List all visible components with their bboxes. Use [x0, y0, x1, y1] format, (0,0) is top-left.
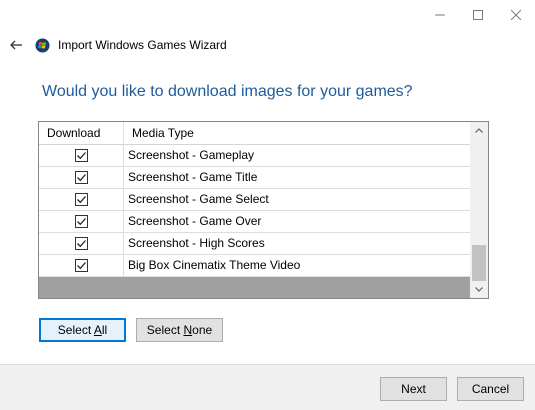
download-checkbox[interactable]	[75, 171, 88, 184]
scroll-up-button[interactable]	[470, 122, 488, 139]
back-arrow-icon	[10, 40, 22, 50]
select-none-label-suffix: one	[192, 323, 213, 337]
checkmark-icon	[77, 240, 86, 248]
cancel-button[interactable]: Cancel	[457, 377, 524, 401]
minimize-icon	[435, 14, 445, 16]
chevron-up-icon	[475, 128, 483, 133]
table-row[interactable]: Screenshot - High Scores	[39, 233, 470, 255]
select-all-label-suffix: ll	[101, 323, 108, 337]
select-none-button[interactable]: Select None	[136, 318, 223, 342]
chevron-down-icon	[475, 287, 483, 292]
download-checkbox[interactable]	[75, 259, 88, 272]
close-icon	[511, 10, 521, 20]
close-button[interactable]	[497, 0, 535, 30]
download-cell	[39, 211, 124, 232]
download-checkbox[interactable]	[75, 149, 88, 162]
table-row[interactable]: Big Box Cinematix Theme Video	[39, 255, 470, 277]
wizard-footer	[0, 364, 535, 410]
download-checkbox[interactable]	[75, 193, 88, 206]
window-caption-controls	[421, 0, 535, 30]
media-type-cell: Screenshot - Gameplay	[128, 148, 255, 162]
download-checkbox[interactable]	[75, 237, 88, 250]
checkmark-icon	[77, 218, 86, 226]
checkmark-icon	[77, 152, 86, 160]
windows-logo-icon	[35, 38, 50, 53]
download-cell	[39, 255, 124, 276]
select-none-mnemonic: N	[183, 323, 193, 337]
media-type-cell: Screenshot - Game Title	[128, 170, 258, 184]
checkmark-icon	[77, 174, 86, 182]
media-type-cell: Screenshot - Game Select	[128, 192, 269, 206]
window-title: Import Windows Games Wizard	[58, 38, 227, 52]
minimize-button[interactable]	[421, 0, 459, 30]
select-all-button[interactable]: Select All	[39, 318, 126, 342]
scroll-down-button[interactable]	[470, 281, 488, 298]
media-type-cell: Big Box Cinematix Theme Video	[128, 258, 301, 272]
download-cell	[39, 167, 124, 188]
scroll-thumb[interactable]	[472, 245, 486, 281]
column-header-media-type[interactable]: Media Type	[124, 122, 470, 144]
media-type-cell: Screenshot - Game Over	[128, 214, 262, 228]
table-row[interactable]: Screenshot - Game Over	[39, 211, 470, 233]
download-cell	[39, 145, 124, 166]
download-cell	[39, 189, 124, 210]
table-row[interactable]: Screenshot - Gameplay	[39, 145, 470, 167]
select-all-mnemonic: A	[93, 323, 102, 337]
table-row[interactable]: Screenshot - Game Title	[39, 167, 470, 189]
select-all-label-prefix: Select	[57, 323, 94, 337]
media-type-cell: Screenshot - High Scores	[128, 236, 265, 250]
download-checkbox[interactable]	[75, 215, 88, 228]
grid-header: Download Media Type	[39, 122, 470, 145]
scroll-track[interactable]	[470, 139, 488, 281]
table-row[interactable]: Screenshot - Game Select	[39, 189, 470, 211]
checkmark-icon	[77, 262, 86, 270]
grid-rows: Screenshot - Gameplay Screenshot - Game T…	[39, 145, 470, 277]
page-heading: Would you like to download images for yo…	[42, 83, 413, 100]
column-header-download[interactable]: Download	[39, 122, 124, 144]
select-none-label-prefix: Select	[146, 323, 184, 337]
download-cell	[39, 233, 124, 254]
vertical-scrollbar[interactable]	[470, 122, 488, 298]
checkmark-icon	[77, 196, 86, 204]
maximize-icon	[473, 10, 483, 20]
next-button[interactable]: Next	[380, 377, 447, 401]
back-button[interactable]	[8, 37, 24, 53]
media-type-grid[interactable]: Download Media Type Screenshot - Gamepla…	[38, 121, 489, 299]
maximize-button[interactable]	[459, 0, 497, 30]
